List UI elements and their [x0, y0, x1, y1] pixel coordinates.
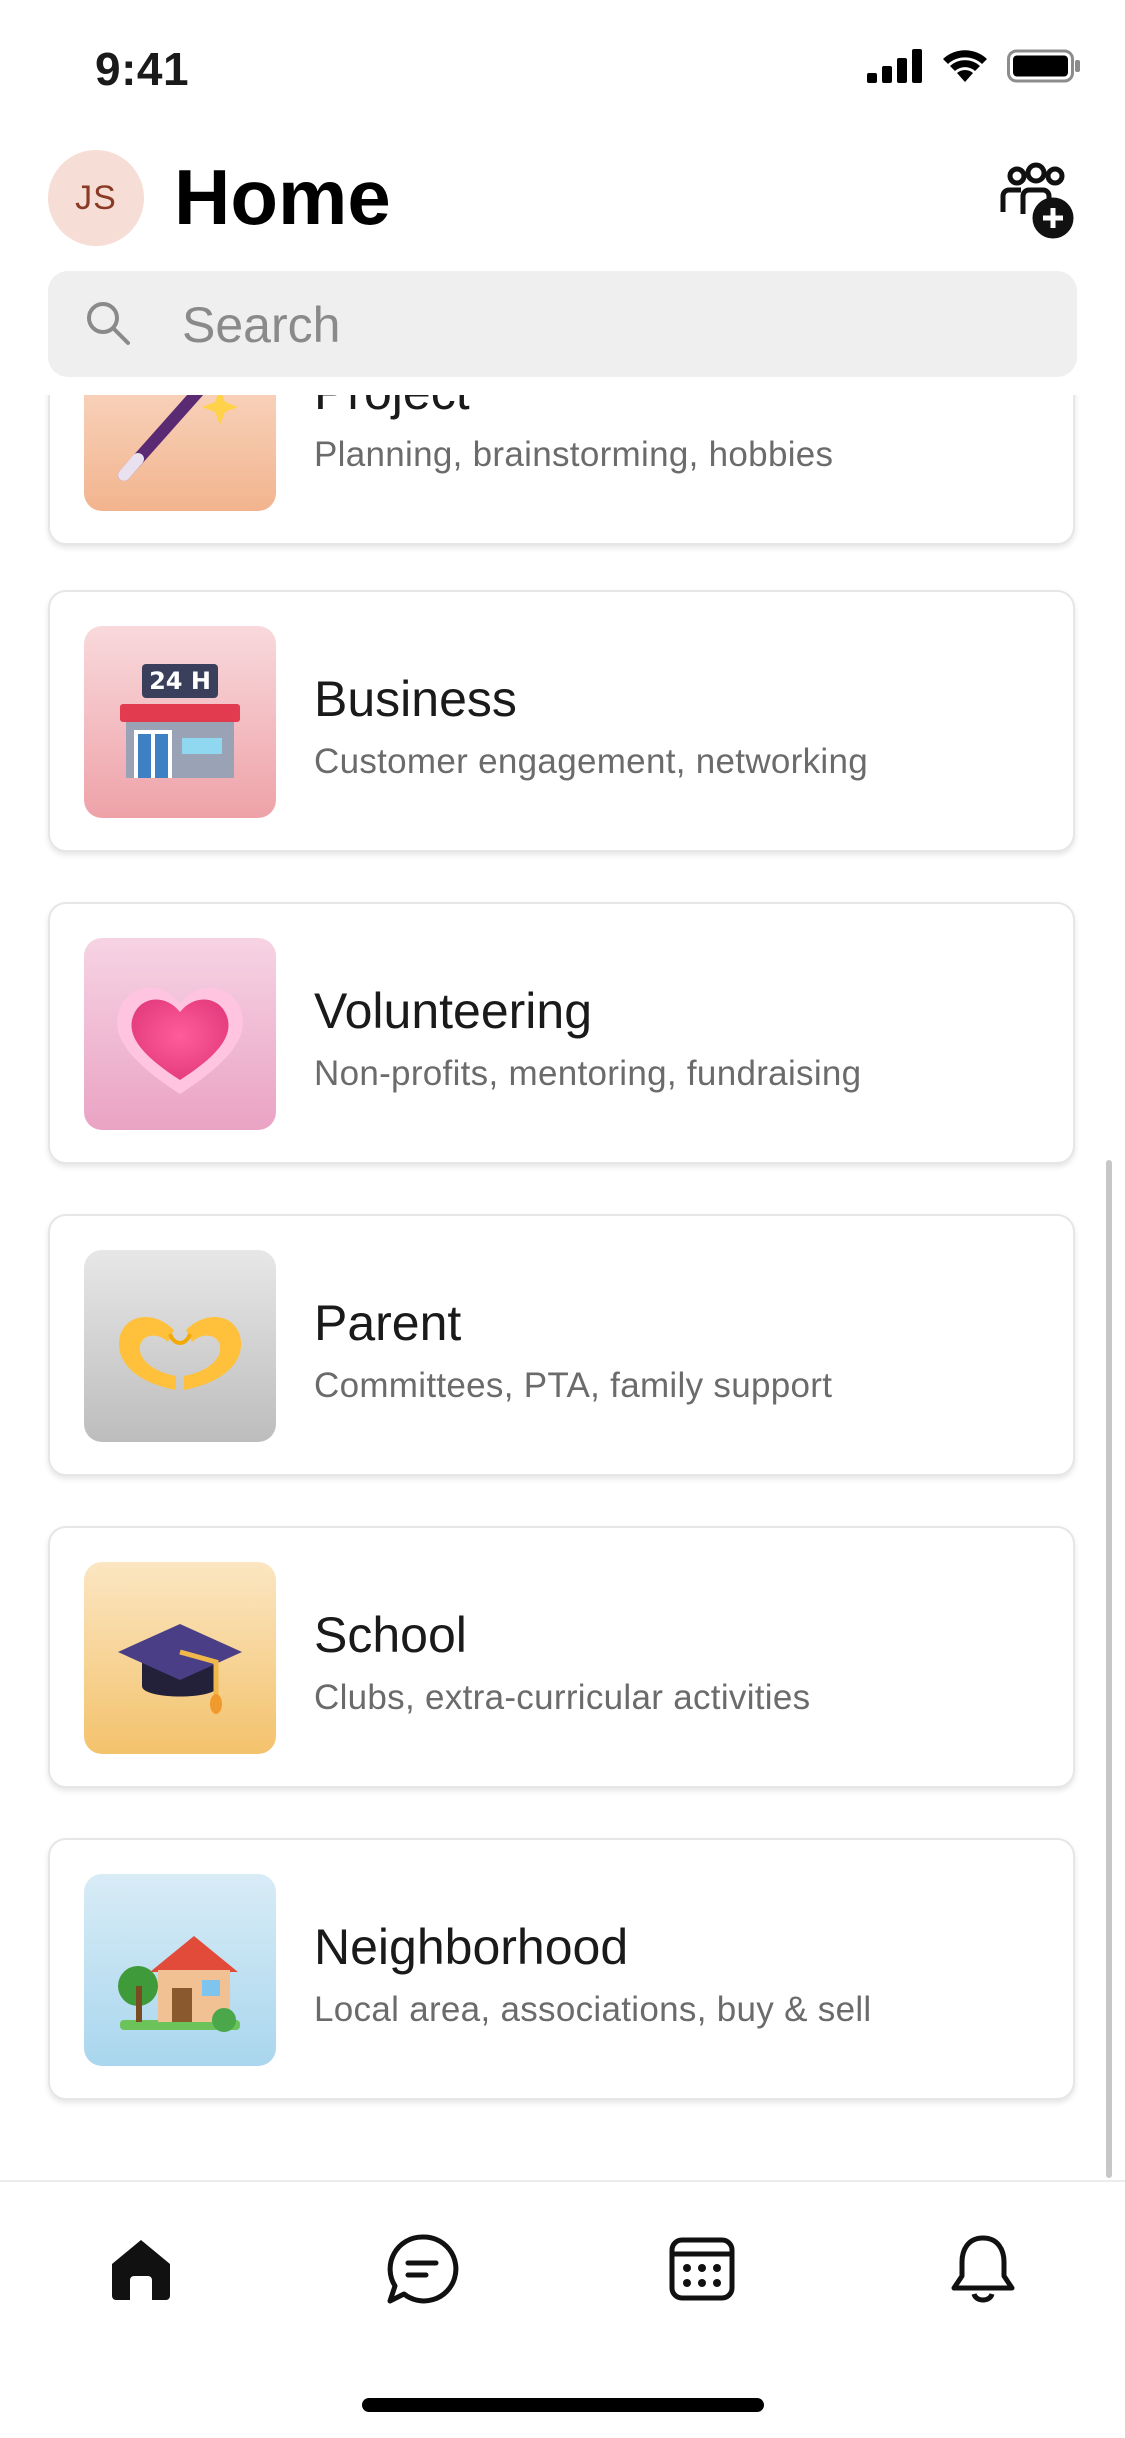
category-card-volunteering[interactable]: Volunteering Non-profits, mentoring, fun… [48, 902, 1075, 1164]
status-icons [867, 48, 1081, 84]
header: JS Home [0, 140, 1125, 270]
category-card-school[interactable]: School Clubs, extra-curricular activitie… [48, 1526, 1075, 1788]
neighborhood-tile [84, 1874, 276, 2066]
wifi-icon [943, 50, 987, 82]
home-icon [112, 2240, 170, 2300]
category-title: Project [314, 395, 470, 421]
store-sign: 24 H [149, 667, 211, 695]
school-tile [84, 1562, 276, 1754]
page-title: Home [174, 153, 391, 241]
category-subtitle: Customer engagement, networking [314, 742, 869, 781]
heart-hands-icon [84, 1250, 276, 1442]
house-icon [84, 1874, 276, 2066]
search-icon [87, 302, 130, 345]
category-card-business[interactable]: 24 H Business Customer engagement, netwo… [48, 590, 1075, 852]
home-indicator [362, 2398, 764, 2412]
store-24h-icon: 24 H [84, 626, 276, 818]
chat-icon [387, 2234, 459, 2304]
cellular-signal-icon [867, 49, 922, 83]
volunteering-tile [84, 938, 276, 1130]
tab-home[interactable] [96, 2224, 186, 2314]
category-subtitle: Non-profits, mentoring, fundraising [314, 1054, 862, 1093]
tab-calendar[interactable] [657, 2224, 747, 2314]
bell-icon [951, 2235, 1015, 2303]
graduation-cap-icon [84, 1562, 276, 1754]
category-card-parent[interactable]: Parent Committees, PTA, family support [48, 1214, 1075, 1476]
category-subtitle: Local area, associations, buy & sell [314, 1990, 872, 2029]
category-title: Neighborhood [314, 1919, 629, 1975]
category-card-project[interactable]: Project Planning, brainstorming, hobbies [48, 395, 1075, 545]
heart-icon [84, 938, 276, 1130]
category-title: School [314, 1607, 467, 1663]
tab-notifications[interactable] [938, 2224, 1028, 2314]
battery-icon [1007, 49, 1080, 83]
new-community-button[interactable] [997, 162, 1075, 240]
category-title: Parent [314, 1295, 462, 1351]
status-time: 9:41 [95, 43, 190, 95]
category-title: Business [314, 671, 517, 727]
category-title: Volunteering [314, 983, 593, 1039]
search-input[interactable] [180, 271, 1044, 379]
category-list[interactable]: Project Planning, brainstorming, hobbies… [0, 395, 1125, 2180]
avatar[interactable]: JS [48, 150, 144, 246]
calendar-icon [669, 2237, 735, 2301]
category-subtitle: Planning, brainstorming, hobbies [314, 435, 834, 474]
project-tile [84, 395, 276, 511]
people-add-icon [1000, 162, 1074, 239]
tab-chat[interactable] [377, 2224, 467, 2314]
category-card-neighborhood[interactable]: Neighborhood Local area, associations, b… [48, 1838, 1075, 2100]
magic-wand-icon [84, 395, 276, 511]
category-subtitle: Committees, PTA, family support [314, 1366, 833, 1405]
business-tile: 24 H [84, 626, 276, 818]
parent-tile [84, 1250, 276, 1442]
scrollbar[interactable] [1106, 1160, 1112, 2178]
category-subtitle: Clubs, extra-curricular activities [314, 1678, 811, 1717]
status-bar: 9:41 [0, 0, 1125, 140]
search-bar[interactable] [48, 271, 1077, 379]
